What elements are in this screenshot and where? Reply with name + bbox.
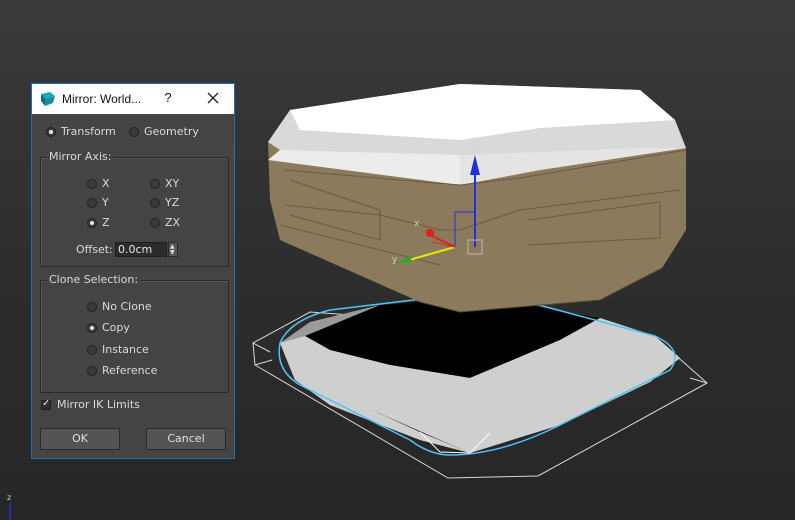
axis-yz-radio[interactable] (150, 198, 160, 208)
axis-xy-label: XY (165, 177, 180, 190)
gizmo-y-label: y (392, 255, 398, 265)
reference-label: Reference (102, 364, 158, 377)
axis-zx-radio[interactable] (150, 218, 160, 228)
axis-y-label: Y (102, 196, 109, 209)
3dsmax-app-icon (41, 92, 55, 106)
geometry-label: Geometry (144, 125, 199, 138)
mirrored-object[interactable] (252, 290, 708, 479)
mirror-ik-label: Mirror IK Limits (57, 398, 140, 411)
spinner-down-icon[interactable]: ▼ (170, 250, 175, 256)
copy-radio[interactable] (87, 323, 97, 333)
instance-radio[interactable] (87, 345, 97, 355)
dialog-titlebar[interactable]: Mirror: World... ? (32, 84, 234, 114)
ok-button[interactable]: OK (40, 428, 120, 450)
instance-label: Instance (102, 343, 149, 356)
axis-y-radio[interactable] (87, 198, 97, 208)
axis-zx-label: ZX (165, 216, 181, 229)
clone-selection-title: Clone Selection: (47, 273, 141, 286)
transform-label: Transform (61, 125, 116, 138)
mirror-dialog: Mirror: World... ? Transform Geometry Mi… (31, 83, 235, 459)
cancel-button[interactable]: Cancel (146, 428, 226, 450)
corner-axis-z-label: z (7, 493, 11, 502)
mirror-axis-title: Mirror Axis: (47, 150, 114, 163)
dialog-title: Mirror: World... (62, 92, 142, 106)
axis-yz-label: YZ (165, 196, 180, 209)
offset-input[interactable] (115, 242, 167, 257)
close-icon[interactable] (204, 89, 222, 107)
reference-radio[interactable] (87, 366, 97, 376)
original-object[interactable] (268, 84, 687, 313)
transform-radio[interactable] (46, 127, 56, 137)
copy-label: Copy (102, 321, 130, 334)
gizmo-x-label: x (414, 219, 420, 229)
geometry-radio[interactable] (129, 127, 139, 137)
axis-z-label: Z (102, 216, 110, 229)
axis-xy-radio[interactable] (150, 179, 160, 189)
no-clone-radio[interactable] (87, 302, 97, 312)
axis-x-radio[interactable] (87, 179, 97, 189)
axis-z-radio[interactable] (87, 218, 97, 228)
gizmo-z-label: z (473, 140, 478, 150)
mirror-ik-checkbox[interactable] (41, 398, 51, 410)
offset-label: Offset: (76, 243, 113, 256)
axis-x-label: X (102, 177, 110, 190)
offset-spinner[interactable]: ▲ ▼ (168, 242, 178, 257)
no-clone-label: No Clone (102, 300, 152, 313)
help-button[interactable]: ? (162, 90, 174, 105)
